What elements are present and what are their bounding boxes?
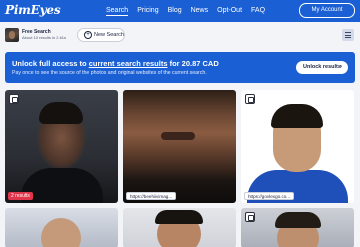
banner-subtitle: Pay once to see the source of the photos… bbox=[12, 70, 207, 76]
unlock-results-button[interactable]: Unlock results › bbox=[296, 61, 348, 74]
menu-button[interactable] bbox=[342, 29, 354, 41]
result-source-url: https://beehiivimag... bbox=[126, 192, 177, 200]
result-source-url: https://govlexgo.co... bbox=[244, 192, 295, 200]
result-card[interactable] bbox=[123, 208, 236, 247]
menu-icon-line bbox=[345, 37, 351, 38]
my-account-button[interactable]: My Account bbox=[299, 3, 355, 18]
result-photo-hair bbox=[275, 212, 321, 228]
plus-icon: + bbox=[84, 31, 92, 39]
new-search-button[interactable]: + New Search bbox=[77, 28, 125, 42]
pimeyes-logo[interactable]: PimEyes bbox=[5, 3, 61, 17]
result-card[interactable] bbox=[241, 208, 354, 247]
nav-opt-out[interactable]: Opt-Out bbox=[217, 6, 242, 16]
nav-pricing[interactable]: Pricing bbox=[137, 6, 158, 16]
banner-title-prefix: Unlock full access to bbox=[12, 59, 89, 68]
banner-title-suffix: for 20.87 CAD bbox=[167, 59, 219, 68]
result-card[interactable] bbox=[5, 208, 118, 247]
arrow-right-icon: › bbox=[340, 64, 342, 70]
result-photo bbox=[39, 102, 83, 124]
result-card[interactable]: https://govlexgo.co... bbox=[241, 90, 354, 203]
query-face-thumbnail bbox=[5, 28, 19, 42]
result-card[interactable]: 2 results bbox=[5, 90, 118, 203]
search-info-row: Free Search About 10 results in 2.61s + … bbox=[0, 24, 360, 46]
banner-title: Unlock full access to current search res… bbox=[12, 59, 219, 68]
image-icon bbox=[245, 94, 255, 104]
nav-news[interactable]: News bbox=[191, 6, 209, 16]
menu-icon-line bbox=[345, 34, 351, 36]
new-search-label: New Search bbox=[94, 32, 124, 38]
result-photo bbox=[161, 132, 195, 140]
unlock-results-label: Unlock results bbox=[303, 64, 341, 70]
result-photo-hair bbox=[155, 210, 203, 224]
banner-title-link[interactable]: current search results bbox=[89, 59, 168, 68]
menu-icon bbox=[345, 32, 351, 33]
result-count-badge: 2 results bbox=[8, 192, 33, 200]
search-status-subtitle: About 10 results in 2.61s bbox=[22, 35, 67, 40]
nav-faq[interactable]: FAQ bbox=[251, 6, 265, 16]
result-photo-shirt bbox=[21, 168, 103, 203]
main-nav: Search Pricing Blog News Opt-Out FAQ bbox=[106, 6, 265, 16]
nav-blog[interactable]: Blog bbox=[168, 6, 182, 16]
image-icon bbox=[245, 212, 255, 222]
result-card[interactable]: https://beehiivimag... bbox=[123, 90, 236, 203]
nav-search[interactable]: Search bbox=[106, 6, 129, 16]
top-nav-bar: PimEyes Search Pricing Blog News Opt-Out… bbox=[0, 0, 360, 22]
image-icon bbox=[9, 94, 19, 104]
result-photo bbox=[41, 218, 81, 247]
result-photo-hair bbox=[271, 104, 323, 128]
unlock-banner: Unlock full access to current search res… bbox=[5, 52, 355, 83]
